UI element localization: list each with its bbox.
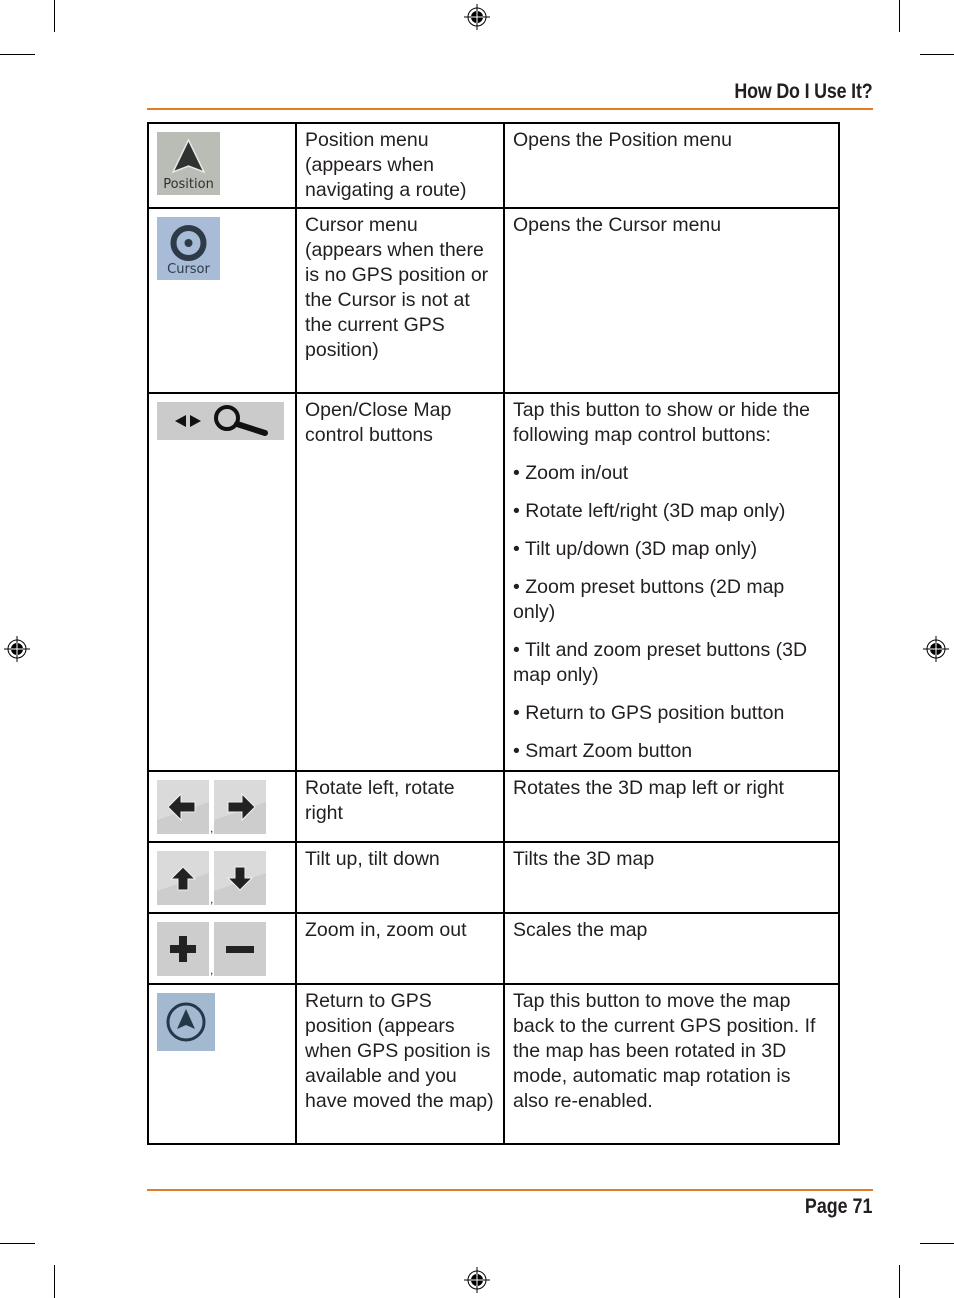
- description-text: Opens the Position menu: [513, 129, 732, 151]
- control-name: Position menu (appears when navigating a…: [295, 122, 505, 209]
- table-row: Cursor Cursor menu (appears when there i…: [147, 207, 840, 394]
- crop-mark: [0, 1243, 35, 1244]
- registration-mark-icon: [464, 1267, 490, 1293]
- control-description: Opens the Cursor menu: [503, 207, 840, 394]
- bullet-item: • Tilt up/down (3D map only): [513, 538, 758, 560]
- control-description: Tap this button to show or hide the foll…: [503, 392, 840, 772]
- svg-text:Cursor: Cursor: [167, 262, 210, 277]
- control-description: Scales the map: [503, 912, 840, 985]
- icon-cell: ,: [147, 770, 297, 843]
- description-text: Tilts the 3D map: [513, 848, 655, 870]
- control-name: Zoom in, zoom out: [295, 912, 505, 985]
- icon-cell: Position: [147, 122, 297, 209]
- table-row: , Rotate left, rotate right Rotates the …: [147, 770, 840, 843]
- description-text: Tap this button to move the map back to …: [513, 990, 816, 1112]
- icon-cell: ,: [147, 912, 297, 985]
- control-description: Rotates the 3D map left or right: [503, 770, 840, 843]
- bullet-item: • Smart Zoom button: [513, 740, 693, 762]
- map-controls-table: Position Position menu (appears when nav…: [147, 122, 840, 1145]
- footer-rule: [147, 1189, 873, 1191]
- control-name: Tilt up, tilt down: [295, 841, 505, 914]
- table-row: Return to GPS position (appears when GPS…: [147, 983, 840, 1145]
- control-name: Cursor menu (appears when there is no GP…: [295, 207, 505, 394]
- rotate-left-icon: [157, 780, 209, 834]
- description-text: Scales the map: [513, 919, 648, 941]
- crop-mark: [899, 0, 900, 32]
- zoom-out-icon: [214, 922, 267, 976]
- tilt-down-icon: [214, 851, 267, 905]
- zoom-in-icon: [157, 922, 209, 976]
- bullet-item: • Zoom preset buttons (2D map only): [513, 576, 785, 623]
- bullet-item: • Return to GPS position button: [513, 702, 785, 724]
- map-controls-toggle-icon: [157, 402, 284, 440]
- icon-separator: ,: [210, 892, 214, 906]
- table-row: Open/Close Map control buttons Tap this …: [147, 392, 840, 772]
- return-to-gps-icon: [157, 993, 215, 1051]
- page-number: Page 71: [804, 1195, 872, 1218]
- control-description: Tilts the 3D map: [503, 841, 840, 914]
- crop-mark: [920, 54, 954, 55]
- bullet-item: • Zoom in/out: [513, 462, 629, 484]
- control-description: Opens the Position menu: [503, 122, 840, 209]
- icon-cell: [147, 983, 297, 1145]
- icon-separator: ,: [210, 963, 214, 977]
- table-row: , Tilt up, tilt down Tilts the 3D map: [147, 841, 840, 914]
- tilt-up-icon: [157, 851, 209, 905]
- registration-mark-icon: [464, 4, 490, 30]
- section-title: How Do I Use It?: [733, 80, 872, 103]
- table-row: Position Position menu (appears when nav…: [147, 122, 840, 209]
- table-row: , Zoom in, zoom out Scales the map: [147, 912, 840, 985]
- control-name: Rotate left, rotate right: [295, 770, 505, 843]
- position-icon: Position: [157, 132, 220, 195]
- crop-mark: [0, 54, 35, 55]
- control-name: Return to GPS position (appears when GPS…: [295, 983, 505, 1145]
- icon-cell: Cursor: [147, 207, 297, 394]
- svg-text:Position: Position: [163, 177, 214, 192]
- crop-mark: [54, 1265, 55, 1298]
- icon-cell: ,: [147, 841, 297, 914]
- bullet-item: • Tilt and zoom preset buttons (3D map o…: [513, 639, 808, 686]
- description-text: Tap this button to show or hide the foll…: [513, 399, 811, 446]
- description-text: Rotates the 3D map left or right: [513, 777, 784, 799]
- description-text: Opens the Cursor menu: [513, 214, 722, 236]
- bullet-item: • Rotate left/right (3D map only): [513, 500, 786, 522]
- cursor-icon: Cursor: [157, 217, 220, 280]
- rotate-right-icon: [214, 780, 267, 834]
- icon-separator: ,: [210, 821, 214, 835]
- icon-cell: [147, 392, 297, 772]
- control-name: Open/Close Map control buttons: [295, 392, 505, 772]
- crop-mark: [899, 1265, 900, 1298]
- control-description: Tap this button to move the map back to …: [503, 983, 840, 1145]
- crop-mark: [920, 1243, 954, 1244]
- registration-mark-icon: [923, 636, 949, 662]
- crop-mark: [54, 0, 55, 32]
- header-rule: [147, 108, 873, 110]
- registration-mark-icon: [4, 636, 30, 662]
